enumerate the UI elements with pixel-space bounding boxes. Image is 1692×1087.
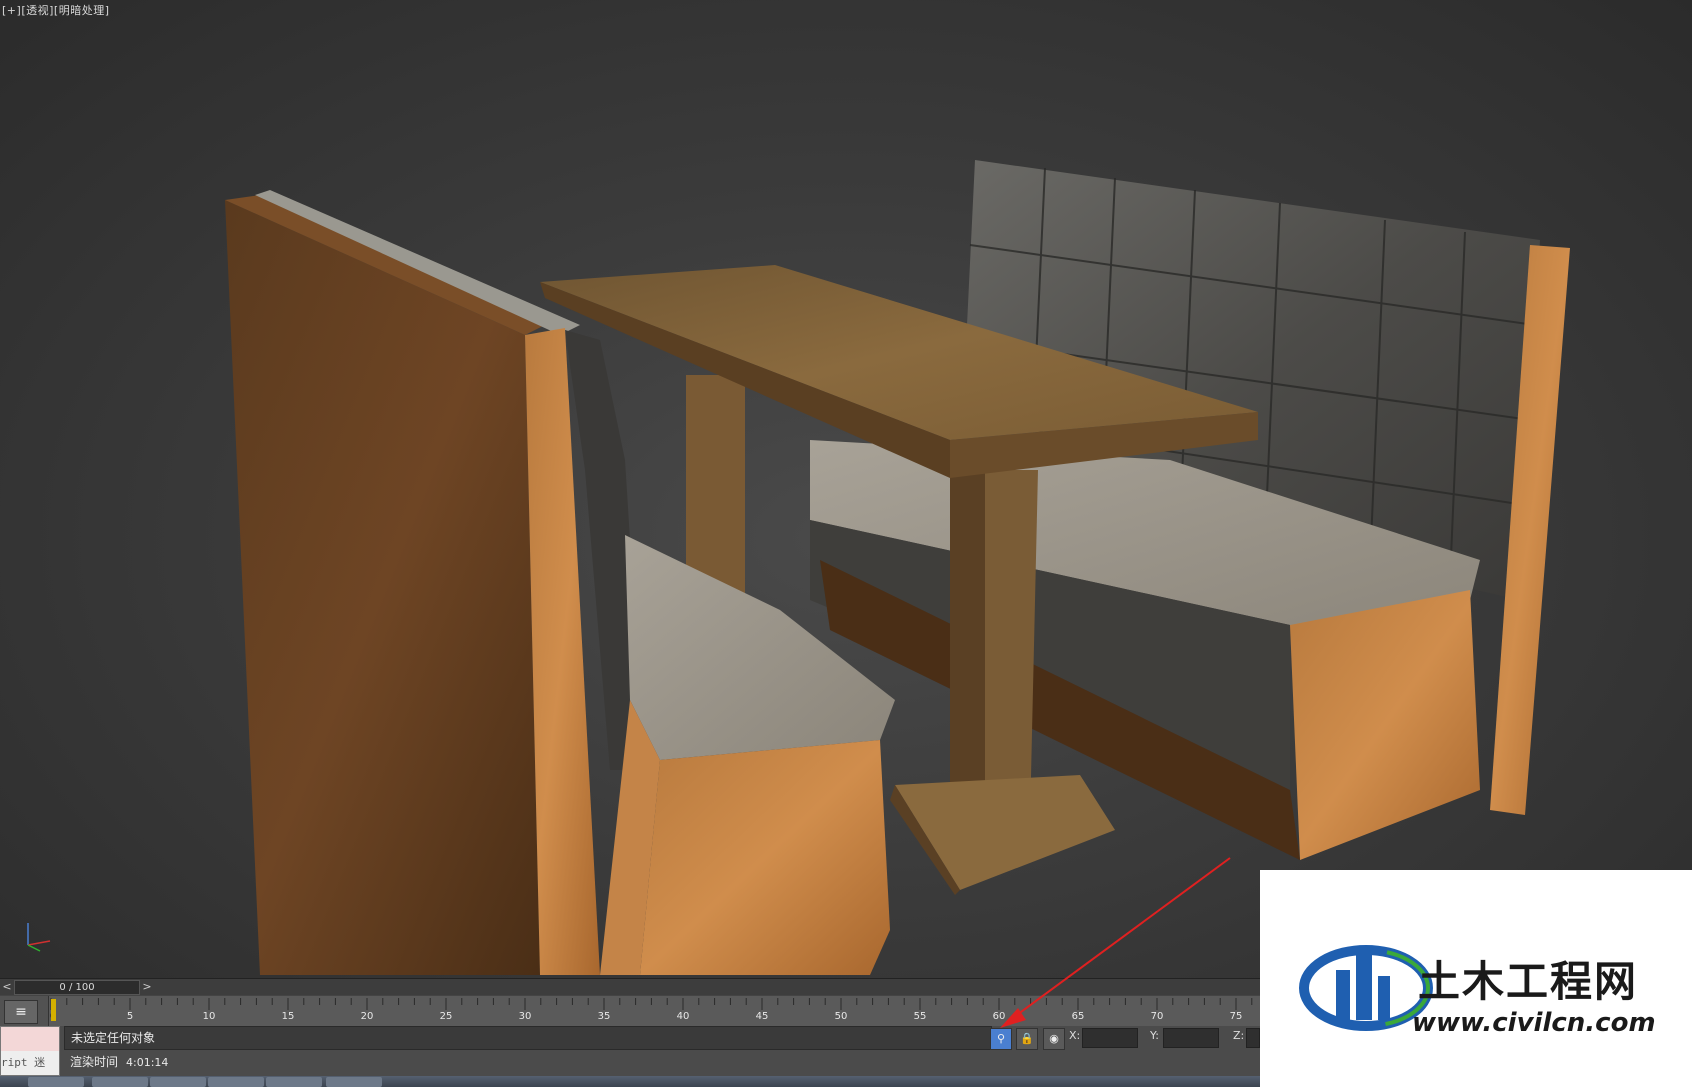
taskbar: [0, 1076, 1260, 1087]
time-slider-row: < 0 / 100 >: [0, 979, 1260, 995]
status-prompt: 未选定任何对象: [64, 1026, 992, 1050]
status-bar: ript 迷 未选定任何对象 渲染时间 4:01:14 ⚲ 🔒 ◉ X: Y: Z…: [0, 1026, 1260, 1076]
time-cursor-marker[interactable]: [51, 999, 56, 1021]
time-slider[interactable]: 0 / 100: [14, 980, 140, 995]
ruler-tick-label: 70: [1150, 1011, 1164, 1022]
x-coord-field[interactable]: [1082, 1028, 1138, 1048]
perspective-viewport[interactable]: [+][透视][明暗处理]: [0, 0, 1692, 978]
maxscript-listener-text: ript 迷: [1, 1051, 59, 1075]
render-time-line: 渲染时间 4:01:14: [64, 1051, 990, 1073]
ruler-tick-label: 15: [281, 1011, 295, 1022]
watermark-url: www.civilcn.com: [1412, 1008, 1656, 1038]
ruler-tick-label: 25: [439, 1011, 453, 1022]
ruler-tick-label: 5: [126, 1011, 134, 1022]
track-bar: ≡ 0 51015202530354045505560657075: [0, 996, 1261, 1026]
ruler-tick-label: 40: [676, 1011, 690, 1022]
frame-ruler[interactable]: 0 51015202530354045505560657075: [48, 996, 1261, 1026]
next-frame-button[interactable]: >: [140, 979, 154, 995]
z-coord-label: Z:: [1233, 1029, 1245, 1042]
ruler-tick-label: 35: [597, 1011, 611, 1022]
axis-gizmo-icon: [27, 923, 51, 952]
ruler-tick-label: 50: [834, 1011, 848, 1022]
ruler-tick-label: 10: [202, 1011, 216, 1022]
taskbar-item[interactable]: [92, 1077, 148, 1087]
taskbar-item[interactable]: [208, 1077, 264, 1087]
right-booth: [810, 160, 1570, 860]
selection-lock-icon[interactable]: 🔒: [1016, 1028, 1038, 1050]
ruler-tick-label: 55: [913, 1011, 927, 1022]
render-time-value: 4:01:14: [126, 1056, 169, 1069]
maxscript-listener[interactable]: ript 迷: [0, 1026, 60, 1076]
ruler-tick-label: 20: [360, 1011, 374, 1022]
ruler-tick-label: 30: [518, 1011, 532, 1022]
taskbar-item[interactable]: [150, 1077, 206, 1087]
watermark: 土木工程网 www.civilcn.com: [1260, 870, 1692, 1087]
ruler-tick-label: 65: [1071, 1011, 1085, 1022]
taskbar-item[interactable]: [28, 1077, 84, 1087]
isolate-selection-icon[interactable]: ⚲: [990, 1028, 1012, 1050]
prev-frame-button[interactable]: <: [0, 979, 14, 995]
booth-seating-model: [225, 160, 1570, 975]
render-time-label: 渲染时间: [70, 1055, 119, 1069]
taskbar-item[interactable]: [326, 1077, 382, 1087]
taskbar-item[interactable]: [266, 1077, 322, 1087]
y-coord-label: Y:: [1150, 1029, 1159, 1042]
watermark-title: 土木工程网: [1418, 957, 1639, 1006]
absolute-mode-icon[interactable]: ◉: [1043, 1028, 1065, 1050]
ruler-tick-label: 60: [992, 1011, 1006, 1022]
track-bar-toggle-icon[interactable]: ≡: [4, 1000, 38, 1024]
ruler-tick-label: 45: [755, 1011, 769, 1022]
ruler-tick-label: 75: [1229, 1011, 1243, 1022]
y-coord-field[interactable]: [1163, 1028, 1219, 1048]
z-coord-field[interactable]: [1246, 1028, 1260, 1048]
time-slider-panel: < 0 / 100 > ≡ 0 510152025303540455055606…: [0, 978, 1261, 1027]
x-coord-label: X:: [1069, 1029, 1081, 1042]
